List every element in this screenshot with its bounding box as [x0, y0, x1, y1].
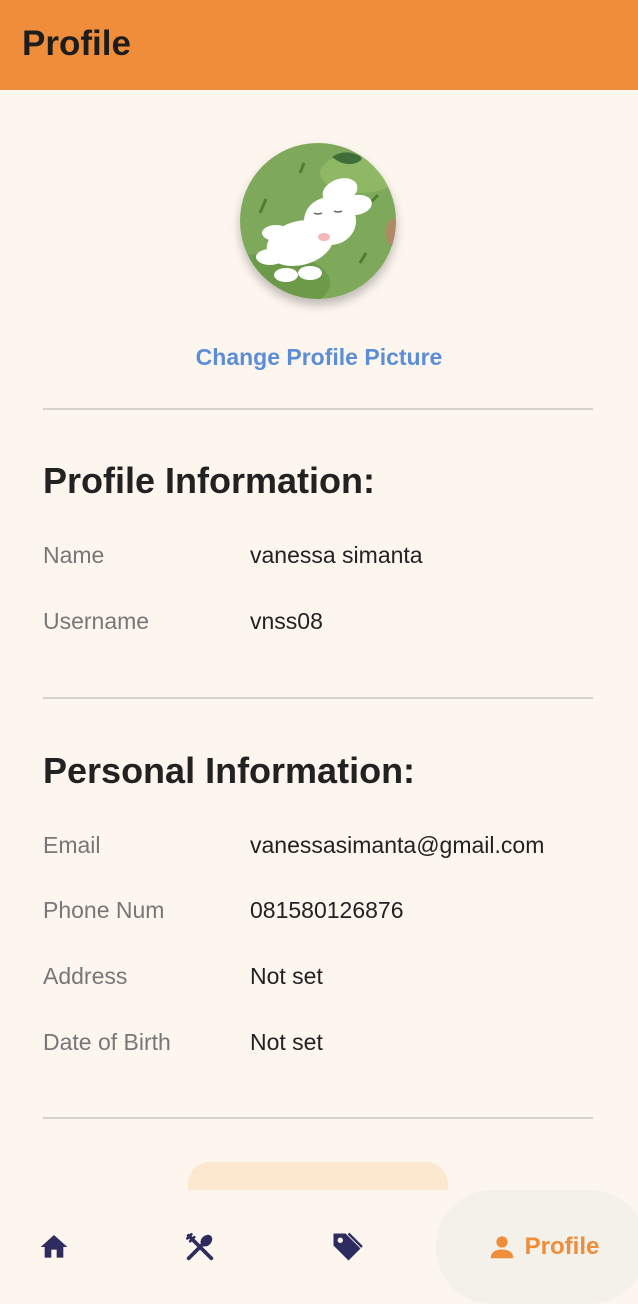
username-value: vnss08	[250, 608, 323, 634]
change-profile-picture-button[interactable]: Change Profile Picture	[0, 344, 638, 371]
page-title: Profile	[22, 24, 131, 63]
bottom-navigation: Profile	[0, 1190, 638, 1304]
name-label: Name	[43, 542, 105, 568]
avatar[interactable]	[240, 143, 396, 299]
divider	[43, 697, 593, 699]
address-label: Address	[43, 963, 128, 989]
profile-information-heading: Profile Information:	[43, 460, 375, 501]
bunny-illustration	[240, 143, 396, 299]
utensils-icon	[185, 1232, 214, 1261]
divider	[43, 1117, 593, 1119]
name-value: vanessa simanta	[250, 542, 423, 568]
username-label: Username	[43, 608, 150, 634]
nav-home[interactable]	[20, 1190, 88, 1304]
date-of-birth-value: Not set	[250, 1029, 323, 1055]
address-value: Not set	[250, 963, 323, 989]
app-bar: Profile	[0, 0, 638, 90]
phone-label: Phone Num	[43, 897, 165, 923]
nav-food[interactable]	[166, 1190, 234, 1304]
email-value: vanessasimanta@gmail.com	[250, 832, 545, 858]
nav-profile-label: Profile	[524, 1233, 600, 1260]
email-label: Email	[43, 832, 101, 858]
person-icon	[490, 1236, 513, 1259]
nav-profile[interactable]: Profile	[478, 1190, 608, 1304]
phone-value: 081580126876	[250, 897, 404, 923]
date-of-birth-label: Date of Birth	[43, 1029, 171, 1055]
nav-deals[interactable]	[312, 1190, 382, 1304]
divider	[43, 408, 593, 410]
home-icon	[40, 1235, 68, 1258]
tag-icon	[333, 1232, 363, 1261]
personal-information-heading: Personal Information:	[43, 750, 416, 791]
